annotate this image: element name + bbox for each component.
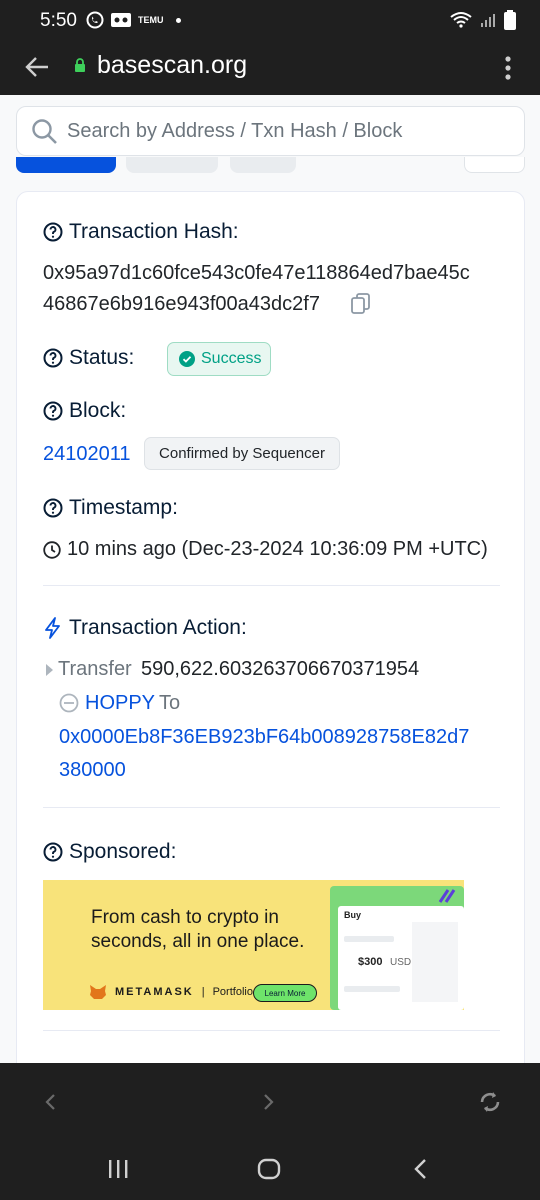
tab-strip: [0, 157, 540, 177]
search-bar[interactable]: Search by Address / Txn Hash / Block: [16, 106, 525, 156]
ad-panel-currency: USD: [390, 957, 412, 968]
action-verb: Transfer: [58, 658, 132, 680]
browser-toolbar: basescan.org: [0, 40, 540, 95]
tab-overview[interactable]: [16, 157, 116, 173]
sponsored-ad-banner[interactable]: From cash to crypto in seconds, all in o…: [43, 880, 464, 1010]
timestamp-value: 10 mins ago (Dec-23-2024 10:36:09 PM +UT…: [67, 538, 488, 560]
tab-logs[interactable]: [126, 157, 218, 173]
copy-icon[interactable]: [351, 293, 371, 315]
help-icon[interactable]: [43, 222, 63, 242]
ad-brand-row: METAMASK | Portfolio: [89, 984, 253, 1000]
status-label-row: Status:: [43, 346, 134, 370]
search-icon: [32, 119, 57, 144]
help-icon[interactable]: [43, 401, 63, 421]
wifi-icon: [450, 12, 472, 28]
page-content: Search by Address / Txn Hash / Block Tra…: [0, 95, 540, 1063]
status-label: Status:: [69, 346, 135, 369]
ad-placeholder-bar: [344, 936, 394, 942]
dot-icon: [175, 17, 181, 23]
refresh-icon[interactable]: [477, 1089, 503, 1115]
overflow-menu-icon[interactable]: [504, 55, 512, 81]
action-label: Transaction Action:: [69, 616, 247, 639]
lock-icon[interactable]: [74, 58, 86, 72]
url-field[interactable]: basescan.org: [97, 51, 247, 80]
ad-panel-title: Buy: [344, 910, 362, 920]
ad-placeholder-bar: [344, 986, 400, 992]
to-address-line-2[interactable]: 380000: [59, 759, 126, 782]
tab-state[interactable]: [230, 157, 296, 173]
status-bar: 5:50 TEMU: [0, 0, 540, 40]
nav-back-icon[interactable]: [44, 1093, 56, 1111]
block-number-link[interactable]: 24102011: [43, 443, 131, 466]
block-label-row: Block:: [43, 399, 126, 423]
clock-icon: [43, 540, 61, 559]
hash-line-1: 0x95a97d1c60fce543c0fe47e118864ed7bae45c: [43, 262, 470, 284]
timestamp-label-row: Timestamp:: [43, 496, 178, 520]
action-label-row: Transaction Action:: [43, 616, 247, 640]
divider: [43, 585, 500, 586]
timestamp-row: 10 mins ago (Dec-23-2024 10:36:09 PM +UT…: [43, 538, 488, 561]
ad-preview-panel: Buy $300 USD: [330, 886, 464, 1010]
help-icon[interactable]: [43, 348, 63, 368]
nav-forward-icon[interactable]: [263, 1093, 275, 1111]
ad-corner-logo-icon: [438, 889, 456, 903]
status-badge: Success: [167, 342, 271, 376]
action-to: To: [159, 692, 181, 714]
system-status-icons: [450, 10, 516, 30]
battery-icon: [504, 10, 516, 30]
status-value: Success: [201, 350, 262, 367]
token-link[interactable]: HOPPY: [85, 692, 155, 715]
home-icon[interactable]: [257, 1158, 281, 1180]
tab-more[interactable]: [464, 157, 525, 173]
temu-label: TEMU: [138, 14, 164, 25]
search-input[interactable]: Search by Address / Txn Hash / Block: [67, 120, 402, 143]
voicemail-icon: [111, 13, 131, 27]
help-icon[interactable]: [43, 498, 63, 518]
transaction-card: Transaction Hash: 0x95a97d1c60fce543c0fe…: [16, 191, 525, 1063]
token-icon: [59, 693, 79, 713]
ad-product: Portfolio: [212, 986, 253, 998]
ad-brand-separator: |: [201, 986, 205, 998]
metamask-fox-icon: [90, 985, 106, 999]
hash-line-2: 46867e6b916e943f00a43dc2f7: [43, 293, 320, 315]
back-arrow-icon[interactable]: [24, 54, 50, 80]
hash-label-row: Transaction Hash:: [43, 220, 239, 244]
ad-panel-amount: $300: [358, 956, 383, 968]
sponsored-label: Sponsored:: [69, 840, 177, 863]
ad-placeholder-column: [412, 922, 458, 1002]
ad-learn-more-button[interactable]: Learn More: [253, 984, 317, 1002]
action-amount: 590,622.603263706670371954: [141, 658, 420, 680]
lightning-icon: [45, 617, 60, 639]
caret-right-icon: [46, 664, 53, 676]
timestamp-label: Timestamp:: [69, 496, 178, 519]
sponsored-label-row: Sponsored:: [43, 840, 176, 864]
help-icon[interactable]: [43, 842, 63, 862]
sequencer-badge: Confirmed by Sequencer: [144, 437, 340, 470]
divider: [43, 1030, 500, 1031]
ad-headline: From cash to crypto in seconds, all in o…: [91, 907, 305, 952]
notification-icons: TEMU: [86, 11, 181, 29]
hash-label: Transaction Hash:: [69, 220, 239, 243]
system-back-icon[interactable]: [412, 1158, 428, 1180]
ad-preview-screen: Buy $300 USD: [338, 906, 464, 1010]
recent-apps-icon[interactable]: [107, 1159, 129, 1179]
check-circle-icon: [179, 351, 195, 367]
signal-icon: [481, 14, 495, 27]
divider: [43, 807, 500, 808]
to-address-line-1[interactable]: 0x0000Eb8F36EB923bF64b008928758E82d7: [59, 726, 469, 749]
whatsapp-icon: [86, 11, 104, 29]
ad-brand: METAMASK: [115, 986, 194, 998]
system-navigation-bar: [0, 1139, 540, 1200]
browser-bottom-bar: [0, 1063, 540, 1139]
clock: 5:50: [40, 10, 77, 31]
block-label: Block:: [69, 399, 127, 422]
